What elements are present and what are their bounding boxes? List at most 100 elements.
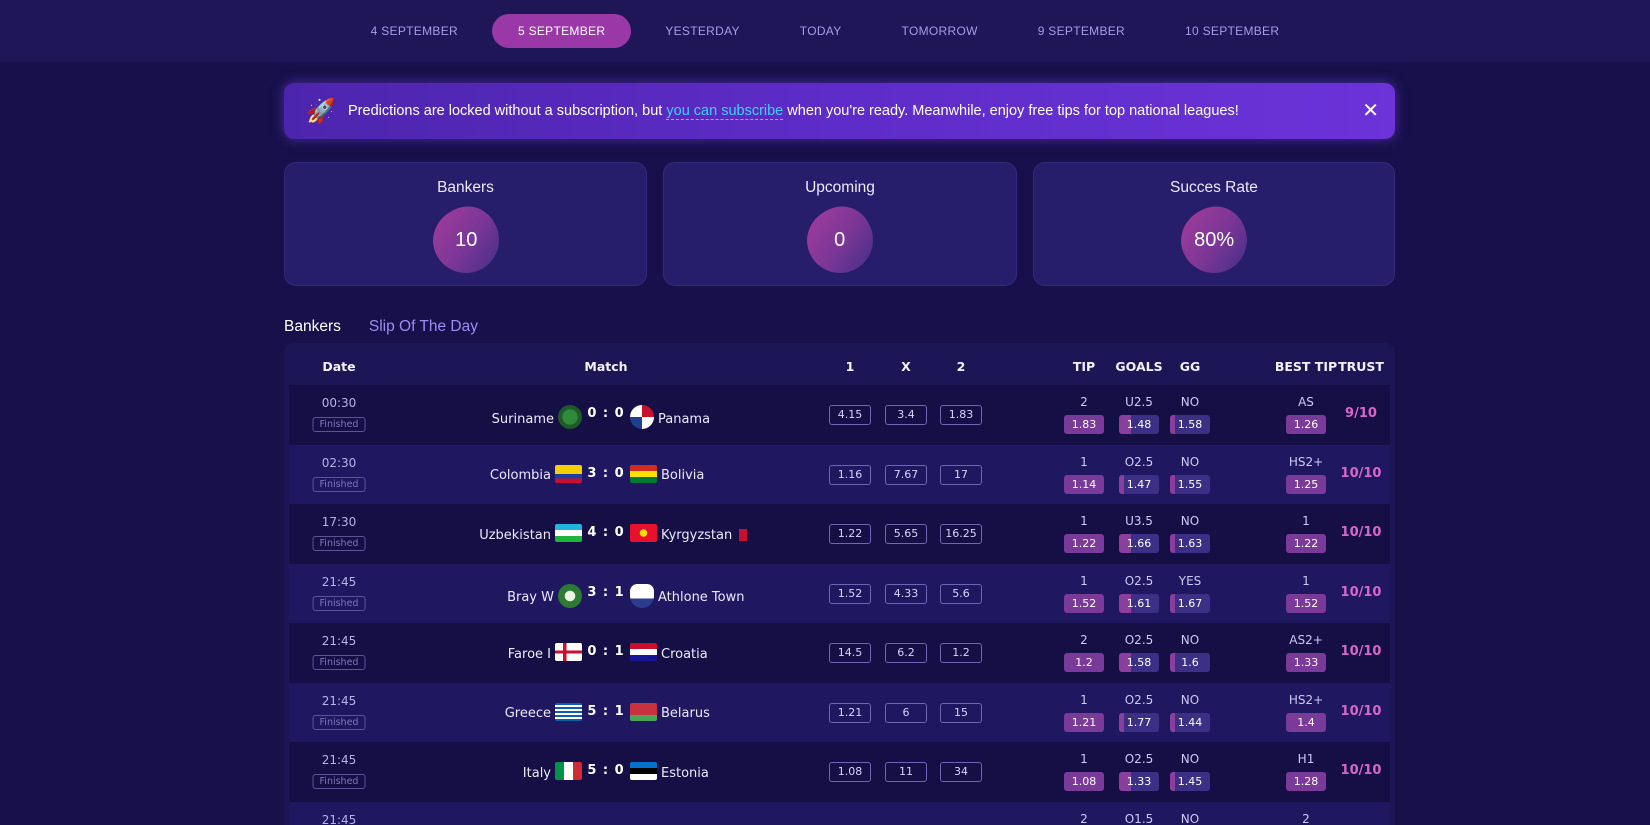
goals-value: O1.5 xyxy=(1124,811,1154,825)
odd-1[interactable]: 1.08 xyxy=(829,762,871,782)
odd-1[interactable]: 1.16 xyxy=(829,464,871,485)
away-team[interactable]: Athlone Town xyxy=(630,583,745,612)
odd-1[interactable]: 1.21 xyxy=(829,702,871,723)
odd-1[interactable]: 4.15 xyxy=(829,405,871,425)
col-tip: TIP xyxy=(1072,359,1096,374)
away-team[interactable]: Bolivia xyxy=(630,464,704,487)
date-tab-yesterday[interactable]: YESTERDAY xyxy=(639,14,766,48)
home-team[interactable]: Bray W xyxy=(507,583,582,612)
goals-odd[interactable]: 1.66 xyxy=(1119,534,1159,553)
best-tip-odd[interactable]: 1.33 xyxy=(1286,653,1326,672)
odd-1[interactable]: 14.5 xyxy=(829,643,871,663)
rocket-icon: 🚀 xyxy=(306,97,336,125)
home-team[interactable]: Greece xyxy=(504,702,582,725)
gg-odd[interactable]: 1.63 xyxy=(1170,534,1210,553)
goals-odd[interactable]: 1.77 xyxy=(1119,712,1159,732)
tab-slip-of-the-day[interactable]: Slip Of The Day xyxy=(369,318,478,336)
stat-value: 10 xyxy=(454,228,477,251)
tip-odd[interactable]: 1.2 xyxy=(1064,653,1104,672)
subscribe-link[interactable]: you can subscribe xyxy=(666,103,784,120)
odd-1[interactable]: 1.22 xyxy=(829,524,871,544)
home-team[interactable]: Uzbekistan xyxy=(479,524,582,546)
away-team[interactable]: Estonia xyxy=(630,762,709,784)
odd-2[interactable]: 16.25 xyxy=(940,524,982,544)
home-team[interactable]: Italy xyxy=(523,762,582,784)
table-row[interactable]: 02:30 Finished Colombia 3 : 0 Bolivia 1.16 7.6… xyxy=(289,444,1390,504)
best-tip-value: 1 xyxy=(1302,514,1310,528)
table-row[interactable]: 21:45 Finished Faroe I0 : 1 Croatia 14.5 6.2 1… xyxy=(289,623,1390,683)
close-banner-button[interactable]: ✕ xyxy=(1362,98,1379,123)
best-tip-odd[interactable]: 1.52 xyxy=(1286,593,1326,613)
odd-2[interactable]: 1.2 xyxy=(940,643,982,663)
date-tab-today[interactable]: TODAY xyxy=(774,14,868,48)
goals-odd[interactable]: 1.61 xyxy=(1119,593,1159,613)
col-odd-2: 2 xyxy=(956,359,966,374)
odd-2[interactable]: 15 xyxy=(940,702,982,723)
stat-value: 0 xyxy=(834,228,846,251)
away-team-name: Croatia xyxy=(661,646,708,662)
table-row[interactable]: 21:45 Finished Italy 5 : 0 Estonia 1.08 11 34 1 O… xyxy=(289,742,1390,802)
date-tab-tomorrow[interactable]: TOMORROW xyxy=(876,14,1004,48)
odd-x[interactable]: 6 xyxy=(885,702,927,723)
gg-odd[interactable]: 1.6 xyxy=(1170,653,1210,672)
banner-text-before: Predictions are locked without a subscri… xyxy=(348,103,667,119)
goals-odd[interactable]: 1.33 xyxy=(1119,772,1159,791)
odd-2[interactable]: 17 xyxy=(940,464,982,485)
goals-odd[interactable]: 1.47 xyxy=(1119,474,1159,494)
gg-value: YES xyxy=(1178,573,1202,588)
gg-odd[interactable]: 1.58 xyxy=(1170,415,1210,434)
odd-x[interactable]: 11 xyxy=(885,762,927,782)
odd-2[interactable]: 5.6 xyxy=(940,583,982,604)
best-tip-odd[interactable]: 1.26 xyxy=(1286,415,1326,434)
tip-odd[interactable]: 1.14 xyxy=(1064,474,1104,494)
gg-odd[interactable]: 1.45 xyxy=(1170,772,1210,791)
odd-2[interactable]: 1.83 xyxy=(940,405,982,425)
away-team[interactable]: Panama xyxy=(630,405,710,433)
best-tip-odd[interactable]: 1.25 xyxy=(1286,474,1326,494)
table-row[interactable]: 21:45 Finished Greece 5 : 1 Belarus 1.21 6 15 1 O… xyxy=(289,682,1390,742)
odd-x[interactable]: 5.65 xyxy=(885,524,927,544)
gg-odd[interactable]: 1.44 xyxy=(1170,712,1210,732)
tip-odd[interactable]: 1.83 xyxy=(1064,415,1104,434)
tip-odd[interactable]: 1.52 xyxy=(1064,593,1104,613)
away-team-flag xyxy=(630,643,657,665)
home-team[interactable]: Faroe I xyxy=(508,643,582,665)
tip-value: 1 xyxy=(1080,692,1088,707)
trust-score: 10/10 xyxy=(1340,644,1382,659)
gg-odd[interactable]: 1.55 xyxy=(1170,474,1210,494)
date-tab-10-september[interactable]: 10 SEPTEMBER xyxy=(1159,14,1305,48)
best-tip-odd[interactable]: 1.4 xyxy=(1286,712,1326,732)
tip-odd[interactable]: 1.22 xyxy=(1064,534,1104,553)
stat-badge: 80% xyxy=(1175,201,1253,279)
home-team-flag xyxy=(555,524,582,546)
away-team-flag xyxy=(630,762,657,784)
goals-odd[interactable]: 1.48 xyxy=(1119,415,1159,434)
away-team[interactable]: Belarus xyxy=(630,702,710,725)
away-team[interactable]: Kyrgyzstan xyxy=(630,524,748,546)
odd-x[interactable]: 4.33 xyxy=(885,583,927,604)
date-tab-5-september[interactable]: 5 SEPTEMBER xyxy=(491,14,632,48)
best-tip-odd[interactable]: 1.22 xyxy=(1286,534,1326,553)
odd-x[interactable]: 3.4 xyxy=(885,405,927,425)
away-team[interactable]: Croatia xyxy=(630,643,708,665)
table-row[interactable]: 00:30 Finished Suriname 0 : 0 Panama 4.15 3.4 1… xyxy=(289,385,1390,445)
home-team-name: Greece xyxy=(504,706,551,721)
gg-odd[interactable]: 1.67 xyxy=(1170,593,1210,613)
table-row[interactable]: 21:45 2 O1.5 NO 2 xyxy=(289,801,1390,825)
home-team[interactable]: Colombia xyxy=(490,464,582,487)
best-tip-odd[interactable]: 1.28 xyxy=(1286,772,1326,791)
table-row[interactable]: 21:45 Finished Bray W3 : 1 Athlone Town 1.52… xyxy=(289,563,1390,623)
goals-odd[interactable]: 1.58 xyxy=(1119,653,1159,672)
tip-odd[interactable]: 1.21 xyxy=(1064,712,1104,732)
tab-bankers[interactable]: Bankers xyxy=(284,318,341,336)
odd-x[interactable]: 6.2 xyxy=(885,643,927,663)
date-tab-9-september[interactable]: 9 SEPTEMBER xyxy=(1012,14,1151,48)
odd-1[interactable]: 1.52 xyxy=(829,583,871,604)
table-row[interactable]: 17:30 Finished Uzbekistan 4 : 0 Kyrgyzstan 1.… xyxy=(289,504,1390,564)
odd-x[interactable]: 7.67 xyxy=(885,464,927,485)
odd-2[interactable]: 34 xyxy=(940,762,982,782)
gg-value: NO xyxy=(1180,692,1200,707)
tip-odd[interactable]: 1.08 xyxy=(1064,772,1104,791)
date-tab-4-september[interactable]: 4 SEPTEMBER xyxy=(345,14,484,48)
home-team[interactable]: Suriname xyxy=(492,405,582,433)
